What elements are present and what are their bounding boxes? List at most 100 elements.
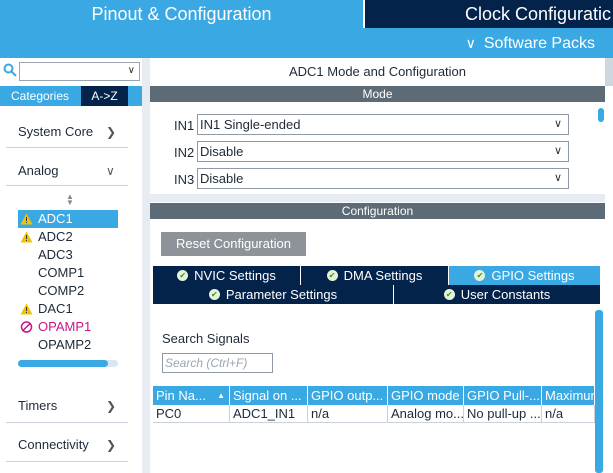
column-header-maximum[interactable]: Maximur (542, 386, 595, 405)
peripheral-adc1[interactable]: ADC1 (18, 210, 118, 228)
mode-row-in2: IN2 Disable ∨ (150, 141, 590, 163)
chevron-down-icon: ∨ (553, 172, 562, 184)
category-connectivity[interactable]: Connectivity ❯ (0, 433, 142, 457)
peripheral-label: ADC3 (38, 247, 73, 262)
category-timers[interactable]: Timers ❯ (0, 394, 142, 418)
divider (6, 461, 128, 462)
peripheral-comp2[interactable]: COMP2 (18, 282, 118, 300)
peripheral-label: ADC1 (38, 211, 73, 226)
check-circle-icon: ✔ (177, 270, 189, 282)
mode-select-value: IN1 Single-ended (200, 117, 301, 132)
category-search-row: ∨ (0, 60, 142, 82)
column-header-gpio-pull[interactable]: GPIO Pull-... (464, 386, 542, 405)
sort-icon[interactable]: ▲ ▼ (66, 193, 74, 207)
mode-row-label: IN1 (174, 118, 195, 133)
scrollbar-thumb[interactable] (18, 360, 108, 367)
chevron-right-icon: ❯ (106, 125, 117, 139)
chevron-down-icon[interactable]: ∨ (128, 65, 135, 76)
peripheral-adc2[interactable]: ADC2 (18, 228, 118, 246)
table-cell-gpio-mode[interactable]: Analog mo... (388, 405, 464, 423)
mode-select-in1[interactable]: IN1 Single-ended ∨ (197, 114, 569, 135)
peripheral-adc3[interactable]: ADC3 (18, 246, 118, 264)
peripheral-dac1[interactable]: DAC1 (18, 300, 118, 318)
column-header-gpio-mode[interactable]: GPIO mode (388, 386, 464, 405)
divider (6, 147, 128, 148)
panel-divider[interactable] (150, 194, 605, 202)
divider (6, 185, 128, 186)
mode-row-label: IN2 (174, 145, 195, 160)
mode-select-in2[interactable]: Disable ∨ (197, 141, 569, 162)
category-search-input[interactable]: ∨ (19, 62, 140, 81)
tab-dma-settings[interactable]: ✔ DMA Settings (301, 266, 449, 285)
categories-panel: ∨ Categories A->Z System Core ❯ Analog ∨… (0, 58, 142, 473)
configuration-scrollbar[interactable] (595, 310, 603, 473)
chevron-right-icon: ❯ (106, 399, 117, 413)
check-circle-icon: ✔ (326, 270, 338, 282)
horizontal-scrollbar[interactable] (18, 360, 118, 367)
tab-user-constants[interactable]: ✔ User Constants (394, 285, 601, 304)
mode-row-label: IN3 (174, 172, 195, 187)
peripheral-comp1[interactable]: COMP1 (18, 264, 118, 282)
peripheral-opamp2[interactable]: OPAMP2 (18, 336, 118, 354)
tab-label: GPIO Settings (491, 268, 575, 283)
search-icon[interactable] (3, 63, 17, 77)
tab-label: User Constants (460, 287, 551, 302)
chevron-down-icon: ∨ (465, 35, 476, 51)
category-label: Connectivity (18, 437, 89, 452)
tab-pinout-configuration[interactable]: Pinout & Configuration (0, 0, 363, 28)
blocked-icon (20, 321, 33, 333)
software-packs-label: Software Packs (483, 35, 595, 52)
search-signals-input[interactable]: Search (Ctrl+F) (162, 353, 273, 373)
warning-icon (20, 303, 33, 315)
check-circle-icon: ✔ (474, 270, 486, 282)
panel-title: ADC1 Mode and Configuration (288, 64, 467, 79)
category-label: Analog (18, 163, 59, 178)
warning-icon (20, 213, 33, 225)
mode-select-in3[interactable]: Disable ∨ (197, 168, 569, 189)
peripheral-label: OPAMP1 (38, 319, 92, 334)
mode-scrollbar[interactable] (598, 108, 604, 122)
mode-row-in1: IN1 IN1 Single-ended ∨ (150, 114, 590, 136)
panel-splitter[interactable] (142, 58, 150, 473)
table-cell-signal[interactable]: ADC1_IN1 (230, 405, 308, 423)
tab-nvic-settings[interactable]: ✔ NVIC Settings (153, 266, 301, 285)
peripheral-label: OPAMP2 (38, 337, 92, 352)
tab-clock-configuration[interactable]: Clock Configuratic (365, 0, 613, 28)
mode-header: Mode (150, 86, 605, 102)
reset-configuration-button[interactable]: Reset Configuration (161, 232, 306, 256)
check-circle-icon: ✔ (443, 289, 455, 301)
tab-label: Parameter Settings (225, 287, 338, 302)
software-packs-menu[interactable]: ∨ Software Packs (466, 33, 595, 54)
chevron-down-icon: ∨ (553, 145, 562, 157)
table-cell-pin[interactable]: PC0 (153, 405, 230, 423)
category-system-core[interactable]: System Core ❯ (0, 120, 142, 144)
category-tabs: Categories A->Z (0, 86, 142, 106)
mode-row-in3: IN3 Disable ∨ (150, 168, 590, 190)
divider (6, 422, 128, 423)
column-header-pin-name[interactable]: Pin Na... ▲ (153, 386, 230, 405)
column-header-signal[interactable]: Signal on ... (230, 386, 308, 405)
mode-select-value: Disable (200, 144, 244, 159)
configuration-header: Configuration (150, 203, 605, 219)
tab-a-to-z[interactable]: A->Z (81, 86, 128, 106)
tab-parameter-settings[interactable]: ✔ Parameter Settings (153, 285, 394, 304)
panel-edge-handle[interactable] (605, 58, 613, 86)
column-label: Pin Na... (156, 388, 206, 403)
sort-ascending-icon: ▲ (217, 391, 225, 400)
table-cell-gpio-output[interactable]: n/a (308, 405, 388, 423)
tab-label: DMA Settings (343, 268, 423, 283)
table-cell-maximum[interactable]: n/a (542, 405, 595, 423)
category-analog[interactable]: Analog ∨ (0, 159, 142, 183)
tab-categories[interactable]: Categories (0, 86, 80, 106)
mode-select-value: Disable (200, 171, 244, 186)
tab-label: NVIC Settings (194, 268, 276, 283)
table-cell-gpio-pull[interactable]: No pull-up ... (464, 405, 542, 423)
warning-icon (20, 231, 33, 243)
peripheral-label: ADC2 (38, 229, 73, 244)
tab-gpio-settings[interactable]: ✔ GPIO Settings (449, 266, 601, 285)
column-header-gpio-output[interactable]: GPIO outp... (308, 386, 388, 405)
peripheral-opamp1[interactable]: OPAMP1 (18, 318, 118, 336)
mode-configuration-panel: ADC1 Mode and Configuration Mode IN1 IN1… (150, 58, 613, 473)
chevron-down-icon: ∨ (553, 118, 562, 130)
category-label: Timers (18, 398, 58, 413)
